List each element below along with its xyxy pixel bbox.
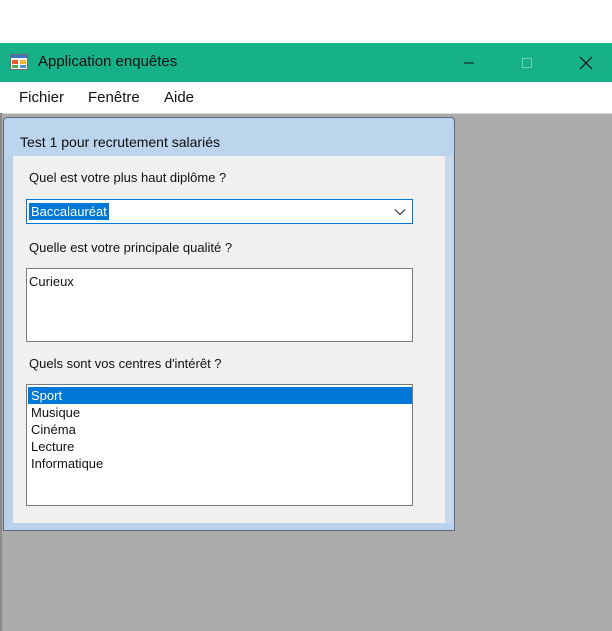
main-titlebar[interactable]: Application enquêtes [0, 43, 612, 82]
quality-label: Quelle est votre principale qualité ? [29, 240, 233, 255]
desktop-screen: Application enquêtes Fichier Fenêtre Aid… [0, 0, 612, 631]
close-button[interactable] [563, 43, 609, 82]
interests-listbox[interactable]: Sport Musique Cinéma Lecture Informatiqu… [26, 384, 413, 506]
window-title: Application enquêtes [38, 53, 178, 70]
diploma-selected-value: Baccalauréat [29, 203, 109, 220]
quality-textarea[interactable]: Curieux [26, 268, 413, 342]
menu-fenetre[interactable]: Fenêtre [88, 89, 140, 106]
list-item-cinema[interactable]: Cinéma [28, 421, 412, 438]
list-item-sport[interactable]: Sport [28, 387, 412, 404]
interests-label: Quels sont vos centres d'intérêt ? [29, 356, 222, 371]
maximize-button[interactable] [504, 43, 550, 82]
child-titlebar[interactable]: Test 1 pour recrutement salariés [5, 119, 453, 156]
close-icon [579, 56, 593, 69]
maximize-icon [522, 57, 532, 68]
minimize-icon [464, 62, 474, 63]
list-item-informatique[interactable]: Informatique [28, 455, 412, 472]
child-window-title: Test 1 pour recrutement salariés [20, 134, 220, 150]
list-item-lecture[interactable]: Lecture [28, 438, 412, 455]
list-item-musique[interactable]: Musique [28, 404, 412, 421]
menubar: Fichier Fenêtre Aide [0, 82, 612, 113]
menu-aide[interactable]: Aide [164, 89, 194, 106]
app-form-icon [10, 54, 28, 70]
chevron-down-icon[interactable] [392, 204, 408, 220]
diploma-dropdown[interactable]: Baccalauréat [26, 199, 413, 224]
child-right-border [445, 156, 453, 523]
menu-fichier[interactable]: Fichier [19, 89, 64, 106]
diploma-label: Quel est votre plus haut diplôme ? [29, 170, 227, 185]
minimize-button[interactable] [446, 43, 492, 82]
window-left-border [0, 113, 2, 631]
quality-value: Curieux [29, 274, 74, 289]
